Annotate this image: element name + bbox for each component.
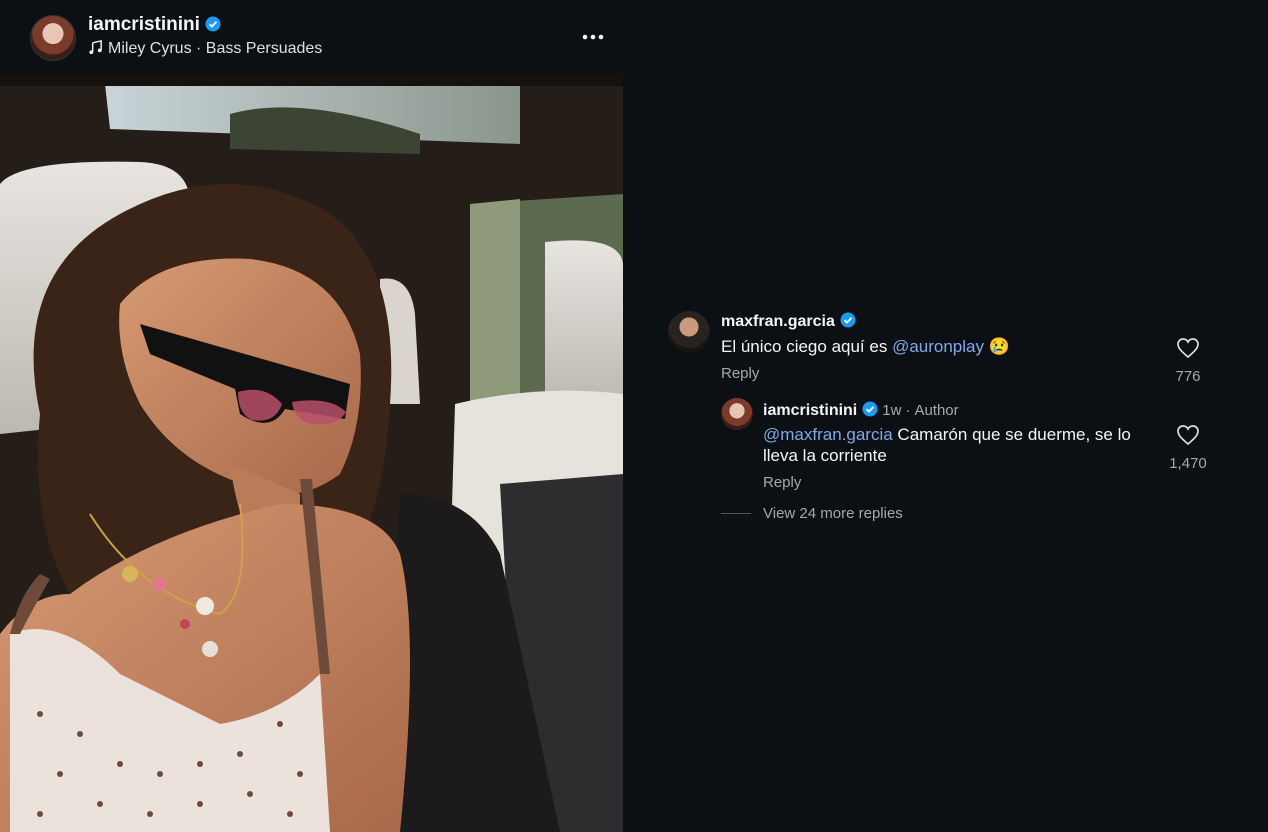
reply-avatar[interactable] [721,398,753,430]
like-heart-icon[interactable] [1176,337,1200,359]
commenter-username-text[interactable]: maxfran.garcia [721,313,835,330]
post-image [0,74,623,832]
comment-text-body: El único ciego aquí es [721,337,893,356]
reply-username[interactable]: iamcristinini 1w · Author [763,401,959,420]
commenter-avatar[interactable] [668,311,710,353]
reply-mention-link[interactable]: @maxfran.garcia [763,425,893,444]
reply-separator: · [905,402,911,419]
author-avatar[interactable] [30,15,76,61]
like-count: 776 [1175,368,1201,385]
comment-text: El único ciego aquí es @auronplay 😢 [721,336,1010,357]
reply-button[interactable]: Reply [721,365,759,382]
more-dots-icon [582,34,604,40]
reply-to-reply-button[interactable]: Reply [763,474,801,491]
author-username[interactable]: iamcristinini [88,14,221,36]
more-options-button[interactable] [578,24,608,48]
reply-like-count: 1,470 [1169,455,1207,472]
comments-panel: maxfran.garcia El único ciego aquí es @a… [623,74,1268,832]
comment-mention-link[interactable]: @auronplay [892,337,984,356]
verified-icon [862,401,878,417]
music-label[interactable]: Miley Cyrus · Bass Persuades [108,40,322,57]
verified-icon [205,16,221,32]
post-photo[interactable] [0,74,623,832]
crying-emoji: 😢 [988,337,1010,356]
reply-text: @maxfran.garcia Camarón que se duerme, s… [763,424,1163,466]
reply-time: 1w [882,402,902,419]
reply-username-text[interactable]: iamcristinini [763,402,857,419]
author-tag: Author [914,402,959,419]
view-replies-divider [721,513,751,514]
verified-icon [840,312,856,328]
commenter-username[interactable]: maxfran.garcia [721,312,856,331]
post-header: iamcristinini Miley Cyrus · Bass Persuad… [0,0,1268,74]
music-note-icon [89,40,102,55]
like-heart-icon[interactable] [1176,424,1200,446]
music-info[interactable]: Miley Cyrus · Bass Persuades [88,40,322,58]
view-more-replies-button[interactable]: View 24 more replies [763,505,903,522]
author-username-text[interactable]: iamcristinini [88,14,200,35]
